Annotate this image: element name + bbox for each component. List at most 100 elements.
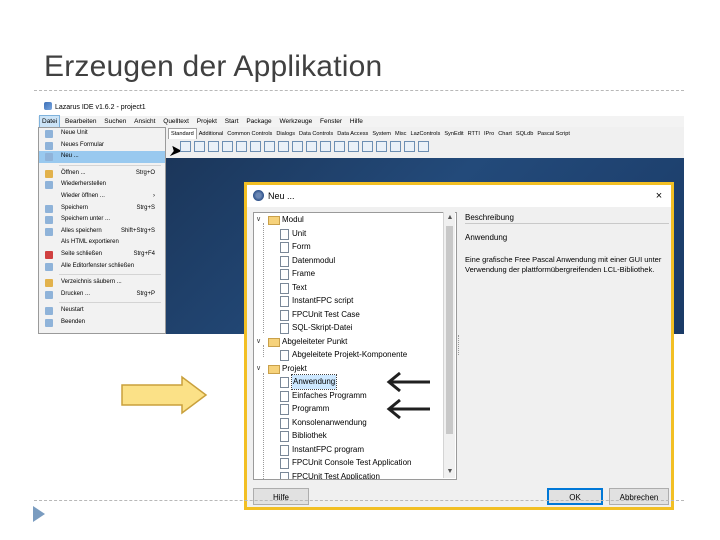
- palette-tab-misc[interactable]: Misc: [393, 129, 409, 139]
- palette-tab-chart[interactable]: Chart: [496, 129, 514, 139]
- menu-item-verzeichnis-saeubern[interactable]: Verzeichnis säubern ...: [39, 277, 165, 289]
- menu-projekt[interactable]: Projekt: [195, 116, 219, 127]
- scroll-down-icon[interactable]: ▼: [444, 466, 456, 478]
- menu-item-shortcut: Strg+P: [136, 290, 155, 297]
- menu-werkzeuge[interactable]: Werkzeuge: [277, 116, 314, 127]
- menu-item-neustart[interactable]: Neustart: [39, 305, 165, 317]
- folder-icon: [268, 337, 280, 347]
- menu-ansicht[interactable]: Ansicht: [132, 116, 157, 127]
- menu-fenster[interactable]: Fenster: [318, 116, 344, 127]
- item-tree[interactable]: ∨ Modul Unit Form Datenmodul Frame Text I…: [253, 212, 457, 480]
- menu-suchen[interactable]: Suchen: [102, 116, 128, 127]
- tree-label: Datenmodul: [292, 255, 336, 265]
- printer-icon: [45, 290, 53, 299]
- palette-tab-ipro[interactable]: IPro: [482, 129, 496, 139]
- palette-tab-dialogs[interactable]: Dialogs: [274, 129, 297, 139]
- combobox-icon[interactable]: [320, 141, 331, 152]
- menu-bearbeiten[interactable]: Bearbeiten: [63, 116, 98, 127]
- tree-scrollbar[interactable]: ▲ ▼: [443, 212, 455, 478]
- pane-splitter[interactable]: [458, 335, 461, 355]
- pointer-icon[interactable]: ➤: [168, 141, 181, 160]
- tree-item[interactable]: InstantFPC program: [254, 443, 456, 457]
- palette-tab-common-controls[interactable]: Common Controls: [225, 129, 274, 139]
- chevron-down-icon[interactable]: ∨: [256, 335, 261, 349]
- palette-tab-standard[interactable]: Standard: [168, 128, 197, 139]
- tree-item[interactable]: Bibliothek: [254, 429, 456, 443]
- palette-tab-lazcontrols[interactable]: LazControls: [408, 129, 442, 139]
- scrollbar-thumb[interactable]: [446, 226, 453, 434]
- palette-tab-additional[interactable]: Additional: [197, 129, 226, 139]
- togglebox-icon[interactable]: [264, 141, 275, 152]
- tree-item[interactable]: Frame: [254, 267, 456, 281]
- menu-item-neue-unit[interactable]: Neue Unit: [39, 128, 165, 140]
- menu-datei[interactable]: Datei: [38, 115, 61, 128]
- tree-item[interactable]: Datenmodul: [254, 254, 456, 268]
- popupmenu-icon[interactable]: [194, 141, 205, 152]
- menu-item-html-export[interactable]: Als HTML exportieren: [39, 237, 165, 249]
- ok-button[interactable]: OK: [547, 488, 603, 505]
- menu-item-wieder-oeffnen[interactable]: Wieder öffnen ... ›: [39, 191, 165, 203]
- palette-tab-data-controls[interactable]: Data Controls: [297, 129, 335, 139]
- menu-item-speichern[interactable]: Speichern Strg+S: [39, 203, 165, 215]
- palette-tab-pascal-script[interactable]: Pascal Script: [535, 129, 572, 139]
- menu-item-oeffnen[interactable]: Öffnen ... Strg+O: [39, 168, 165, 180]
- menu-item-shortcut: Strg+F4: [133, 250, 155, 257]
- menu-item-neu[interactable]: Neu ...: [39, 151, 165, 163]
- memo-icon[interactable]: [250, 141, 261, 152]
- tree-item[interactable]: Form: [254, 240, 456, 254]
- palette-tab-rtti[interactable]: RTTI: [466, 129, 482, 139]
- mainmenu-icon[interactable]: [180, 141, 191, 152]
- tree-label: FPCUnit Console Test Application: [292, 458, 412, 467]
- panel-icon[interactable]: [390, 141, 401, 152]
- tree-item[interactable]: InstantFPC script: [254, 294, 456, 308]
- scroll-up-icon[interactable]: ▲: [444, 212, 456, 224]
- button-icon[interactable]: [208, 141, 219, 152]
- tree-item[interactable]: Unit: [254, 227, 456, 241]
- actionlist-icon[interactable]: [418, 141, 429, 152]
- tree-item[interactable]: SQL-Skript-Datei: [254, 321, 456, 335]
- menu-item-alles-speichern[interactable]: Alles speichern Shift+Strg+S: [39, 226, 165, 238]
- checkbox-icon[interactable]: [278, 141, 289, 152]
- tree-item[interactable]: Abgeleitete Projekt-Komponente: [254, 348, 456, 362]
- cancel-button[interactable]: Abbrechen: [609, 488, 669, 505]
- menu-item-wiederherstellen[interactable]: Wiederherstellen: [39, 179, 165, 191]
- help-button[interactable]: Hilfe: [253, 488, 309, 505]
- label-icon[interactable]: [222, 141, 233, 152]
- frame-icon[interactable]: [404, 141, 415, 152]
- dialog-title: Neu ...: [268, 191, 295, 201]
- menu-item-speichern-unter[interactable]: Speichern unter ...: [39, 214, 165, 226]
- menu-item-beenden[interactable]: Beenden: [39, 317, 165, 329]
- radiobutton-icon[interactable]: [292, 141, 303, 152]
- chevron-down-icon[interactable]: ∨: [256, 362, 261, 376]
- menu-item-alle-editor-schliessen[interactable]: Alle Editorfenster schließen: [39, 261, 165, 273]
- palette-tab-synedit[interactable]: SynEdit: [442, 129, 465, 139]
- menu-item-label: Wiederherstellen: [61, 181, 107, 188]
- menu-item-neues-formular[interactable]: Neues Formular: [39, 140, 165, 152]
- checkgroup-icon[interactable]: [376, 141, 387, 152]
- tree-label: InstantFPC script: [292, 296, 354, 305]
- palette-tab-sqldb[interactable]: SQLdb: [514, 129, 535, 139]
- tree-item[interactable]: Text: [254, 281, 456, 295]
- groupbox-icon[interactable]: [348, 141, 359, 152]
- tree-item[interactable]: FPCUnit Test Case: [254, 308, 456, 322]
- close-icon[interactable]: ×: [651, 185, 667, 207]
- chevron-down-icon[interactable]: ∨: [256, 213, 261, 227]
- menu-item-drucken[interactable]: Drucken ... Strg+P: [39, 289, 165, 301]
- file-icon: [280, 242, 289, 253]
- tree-node-abgeleitet[interactable]: ∨ Abgeleiteter Punkt: [254, 335, 456, 349]
- tree-node-modul[interactable]: ∨ Modul: [254, 213, 456, 227]
- palette-tab-data-access[interactable]: Data Access: [335, 129, 370, 139]
- menu-package[interactable]: Package: [244, 116, 273, 127]
- listbox-icon[interactable]: [306, 141, 317, 152]
- menu-item-seite-schliessen[interactable]: Seite schließen Strg+F4: [39, 249, 165, 261]
- palette-tab-system[interactable]: System: [370, 129, 393, 139]
- scrollbar-icon[interactable]: [334, 141, 345, 152]
- menu-hilfe[interactable]: Hilfe: [348, 116, 365, 127]
- tree-label: Text: [292, 282, 307, 292]
- tree-item[interactable]: FPCUnit Console Test Application: [254, 456, 456, 470]
- menu-start[interactable]: Start: [223, 116, 241, 127]
- tree-item[interactable]: FPCUnit Test Application: [254, 470, 456, 479]
- menu-quelltext[interactable]: Quelltext: [161, 116, 191, 127]
- edit-icon[interactable]: [236, 141, 247, 152]
- radiogroup-icon[interactable]: [362, 141, 373, 152]
